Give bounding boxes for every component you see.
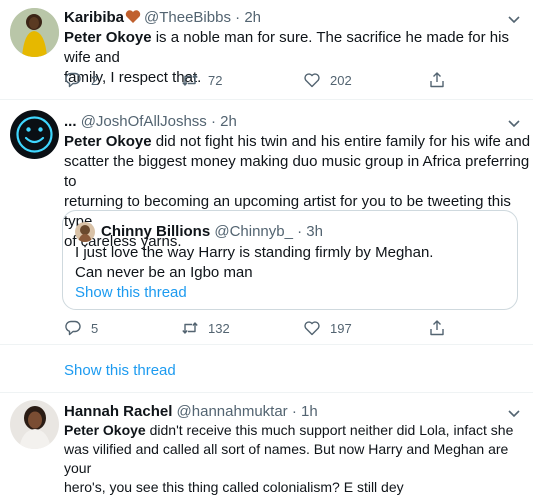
quote-header: Chinny Billions @Chinnyb_ · 3h (101, 222, 323, 242)
reply-icon (65, 320, 81, 336)
tweet-header: Karibiba @TheeBibbs · 2h (64, 8, 261, 30)
separator-dot: · (235, 9, 241, 26)
tweet[interactable]: ... @JoshOfAllJoshss · 2h Peter Okoye di… (0, 100, 533, 392)
chevron-down-icon[interactable] (505, 10, 523, 28)
tweet-header: ... @JoshOfAllJoshss · 2h (64, 112, 237, 132)
share-icon (430, 72, 444, 88)
like-icon (304, 321, 320, 336)
handle[interactable]: @hannahmuktar (177, 403, 288, 420)
display-name[interactable]: ... (64, 113, 77, 130)
chevron-down-icon[interactable] (505, 404, 523, 422)
retweet-count: 72 (208, 72, 223, 88)
like-count: 197 (330, 320, 352, 336)
timestamp[interactable]: 2h (244, 9, 261, 26)
share-button[interactable] (428, 319, 446, 337)
quote-text-line: I just love the way Harry is standing fi… (75, 244, 434, 261)
tweet-text: Peter Okoye didn't receive this much sup… (64, 421, 533, 497)
quote-avatar (75, 222, 95, 242)
reply-count: 5 (91, 320, 99, 336)
tweet-text-line: scatter the biggest money making duo mus… (64, 153, 530, 190)
tweet-text-line: was vilified and called all sort of name… (64, 441, 509, 476)
share-button[interactable] (428, 71, 446, 89)
display-name[interactable]: Hannah Rachel (64, 403, 172, 420)
share-icon (430, 320, 444, 336)
avatar[interactable] (10, 400, 59, 449)
timestamp[interactable]: 1h (301, 403, 318, 420)
quote-text: I just love the way Harry is standing fi… (75, 243, 433, 303)
tweet-text-line: hero's, you see this thing called coloni… (64, 479, 404, 495)
reply-button[interactable]: 5 (64, 319, 98, 337)
timestamp[interactable]: 2h (220, 113, 237, 130)
mention[interactable]: Peter Okoye (64, 133, 152, 150)
tweet-actions: 5 132 197 (64, 319, 464, 341)
smiley-avatar[interactable] (10, 110, 59, 159)
mention[interactable]: Peter Okoye (64, 422, 146, 438)
mention[interactable]: Peter Okoye (64, 29, 152, 46)
avatar[interactable] (10, 8, 59, 57)
quote-handle[interactable]: @Chinnyb_ (214, 223, 293, 240)
tweet[interactable]: Karibiba @TheeBibbs · 2h Peter Okoye is … (0, 0, 533, 96)
divider (0, 344, 533, 345)
tweet-text-line: did not fight his twin and his entire fa… (151, 133, 531, 150)
reply-count: 2 (91, 72, 99, 88)
retweet-button[interactable]: 132 (181, 319, 230, 337)
quote-text-line: Can never be an Igbo man (75, 264, 253, 281)
retweet-count: 132 (208, 320, 230, 336)
like-icon (304, 73, 320, 88)
like-button[interactable]: 197 (303, 319, 352, 337)
retweet-button[interactable]: 72 (181, 71, 222, 89)
tweet-text-line: didn't receive this much support neither… (145, 422, 514, 438)
handle[interactable]: @TheeBibbs (144, 9, 231, 26)
separator-dot: · (291, 403, 297, 420)
avatar-photo (10, 8, 59, 57)
quote-timestamp[interactable]: 3h (306, 223, 323, 240)
quote-show-thread-link[interactable]: Show this thread (75, 283, 433, 303)
retweet-icon (182, 74, 198, 86)
display-name[interactable]: Karibiba (64, 9, 124, 26)
quote-display-name[interactable]: Chinny Billions (101, 223, 210, 240)
reply-icon (65, 72, 81, 88)
handle[interactable]: @JoshOfAllJoshss (81, 113, 207, 130)
tweet-actions: 2 72 202 (64, 71, 464, 93)
retweet-icon (182, 322, 198, 334)
reply-button[interactable]: 2 (64, 71, 98, 89)
heart-emoji-icon (125, 9, 141, 30)
quoted-tweet[interactable]: Chinny Billions @Chinnyb_ · 3h I just lo… (62, 210, 518, 310)
separator-dot: · (297, 223, 303, 240)
show-thread-link[interactable]: Show this thread (64, 361, 176, 381)
chevron-down-icon[interactable] (505, 114, 523, 132)
separator-dot: · (210, 113, 216, 130)
like-count: 202 (330, 72, 352, 88)
tweet[interactable]: Hannah Rachel @hannahmuktar · 1h Peter O… (0, 393, 533, 495)
like-button[interactable]: 202 (303, 71, 352, 89)
tweet-header: Hannah Rachel @hannahmuktar · 1h (64, 402, 318, 422)
